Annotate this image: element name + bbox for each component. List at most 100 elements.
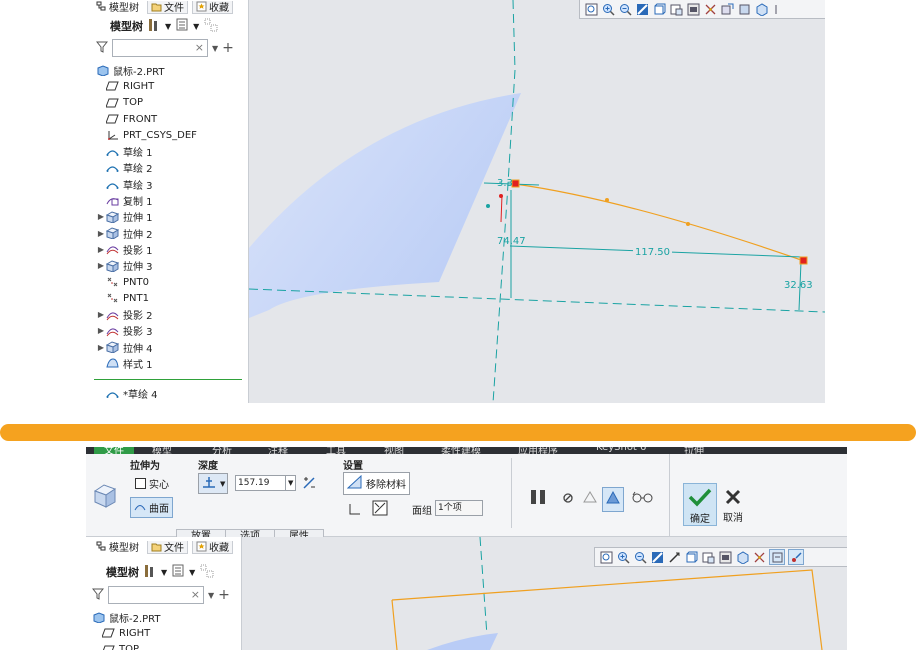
expand-arrow-icon[interactable]: ▶	[96, 229, 106, 238]
expand-arrow-icon[interactable]: ▶	[96, 245, 106, 254]
flip-direction-icon[interactable]	[301, 475, 317, 494]
datum-plane-icon	[106, 97, 119, 108]
tree-item[interactable]: ▶ 拉伸 1	[96, 209, 246, 225]
geometry-preview-icon[interactable]	[581, 489, 599, 510]
trim-icon[interactable]	[372, 500, 388, 519]
menu-item[interactable]: 注释	[268, 447, 288, 454]
tree-item-label: PNT1	[123, 292, 149, 304]
tree-item[interactable]: 样式 1	[96, 355, 246, 371]
tree-search-input[interactable]: ×	[108, 586, 204, 604]
tree-item[interactable]: PNT0	[96, 274, 246, 290]
menu-item[interactable]: KeyShot 6	[596, 447, 646, 453]
tree-item-label: 鼠标-2.PRT	[109, 613, 161, 625]
tree-item[interactable]: ▶ 拉伸 3	[96, 258, 246, 274]
no-preview-icon[interactable]	[562, 492, 574, 507]
tab-folder[interactable]: 文件	[147, 540, 188, 554]
expand-arrow-icon[interactable]: ▶	[96, 326, 106, 335]
copy-icon	[106, 195, 119, 206]
depth-type-button[interactable]: ▼	[198, 473, 229, 494]
tab-model-tree[interactable]: 模型树	[92, 0, 143, 14]
tab-favorites[interactable]: 收藏	[192, 0, 233, 14]
tab-favorites[interactable]: 收藏	[192, 540, 233, 554]
expand-arrow-icon[interactable]: ▶	[96, 343, 106, 352]
tree-item[interactable]: PNT1	[96, 290, 246, 306]
tree-item[interactable]: 草绘 1	[96, 143, 246, 159]
dim-leader	[500, 194, 503, 223]
tree-item[interactable]: 草绘 3	[96, 176, 246, 192]
expand-arrow-icon[interactable]: ▶	[96, 261, 106, 270]
menu-item[interactable]: 分析	[212, 447, 232, 454]
funnel-icon[interactable]	[95, 41, 109, 56]
tree-item[interactable]: 鼠标-2.PRT	[92, 609, 237, 625]
tree-item[interactable]: RIGHT	[92, 625, 237, 641]
chevron-down-icon[interactable]: ▼	[161, 568, 167, 577]
tree-toolbar-label: 模型树	[106, 566, 139, 579]
tab-folder[interactable]: 文件	[147, 0, 188, 14]
verify-icon[interactable]	[632, 490, 654, 507]
dimension-label[interactable]: 74.47	[497, 236, 526, 247]
tree-item[interactable]: 鼠标-2.PRT	[96, 62, 246, 78]
sketch-view[interactable]	[249, 0, 825, 403]
tree-settings-icon[interactable]	[148, 18, 160, 35]
chevron-down-icon[interactable]: ▼	[285, 475, 297, 491]
graphics-canvas[interactable]	[242, 537, 847, 650]
tree-item[interactable]: FRONT	[96, 111, 246, 127]
clear-search-icon[interactable]: ×	[191, 588, 200, 601]
menu-item[interactable]: 拉伸	[684, 447, 704, 454]
chevron-down-icon[interactable]: ▼	[165, 22, 171, 31]
tree-settings-icon[interactable]	[144, 564, 156, 581]
menu-file[interactable]: 文件	[94, 447, 134, 454]
chevron-down-icon[interactable]: ▼	[208, 591, 214, 600]
chevron-down-icon[interactable]: ▼	[220, 480, 225, 488]
filter-tree-icon[interactable]	[200, 564, 214, 581]
projection-icon	[106, 244, 119, 255]
tree-item[interactable]: 草绘 2	[96, 160, 246, 176]
tree-item[interactable]: RIGHT	[96, 78, 246, 94]
tree-item[interactable]: PRT_CSYS_DEF	[96, 127, 246, 143]
menu-item[interactable]: 视图	[384, 447, 404, 454]
tree-item[interactable]: ▶ 投影 3	[96, 323, 246, 339]
depth-input[interactable]: 157.19	[235, 475, 287, 491]
ok-button[interactable]: 确定	[683, 483, 717, 526]
dimension-label[interactable]: 32.63	[784, 280, 813, 291]
show-icon[interactable]	[176, 18, 188, 34]
tree-item[interactable]: TOP	[92, 642, 237, 650]
tree-item[interactable]: ▶ 投影 1	[96, 241, 246, 257]
tree-item[interactable]: ▶ 投影 2	[96, 306, 246, 322]
graphics-canvas[interactable]: 3.3 74.47 117.50 32.63	[249, 0, 825, 403]
tree-search-input[interactable]: ×	[112, 39, 208, 57]
tree-item[interactable]: 复制 1	[96, 192, 246, 208]
add-icon[interactable]: +	[222, 40, 234, 56]
expand-arrow-icon[interactable]: ▶	[96, 310, 106, 319]
surface-option[interactable]: 曲面	[130, 497, 173, 518]
chevron-down-icon[interactable]: ▼	[212, 44, 218, 53]
funnel-icon[interactable]	[91, 588, 105, 603]
remove-material-button[interactable]: 移除材料	[343, 472, 410, 495]
tree-item[interactable]: ▶ 拉伸 4	[96, 339, 246, 355]
solid-option[interactable]: 实心	[135, 476, 169, 491]
solid-checkbox[interactable]	[135, 478, 146, 489]
active-item-label[interactable]: *草绘 4	[123, 386, 158, 401]
menu-item[interactable]: 应用程序	[518, 447, 558, 454]
feature-preview-icon[interactable]	[602, 487, 624, 512]
model-view[interactable]	[242, 537, 847, 650]
tree-item[interactable]: TOP	[96, 95, 246, 111]
menu-item[interactable]: 模型	[152, 447, 172, 454]
filter-tree-icon[interactable]	[204, 18, 218, 35]
menu-item[interactable]: 柔性建模	[441, 447, 481, 454]
cancel-button[interactable]: 取消	[719, 483, 747, 524]
tab-model-tree[interactable]: 模型树	[92, 540, 143, 554]
dimension-label[interactable]: 117.50	[633, 247, 672, 258]
chevron-down-icon[interactable]: ▼	[189, 568, 195, 577]
add-icon[interactable]: +	[218, 587, 230, 603]
pause-icon[interactable]	[529, 488, 549, 509]
expand-arrow-icon[interactable]: ▶	[96, 212, 106, 221]
dimension-label[interactable]: 3.3	[497, 178, 513, 189]
face-group-collector[interactable]: 1个项	[435, 500, 483, 516]
clear-search-icon[interactable]: ×	[195, 41, 204, 54]
thicken-icon[interactable]	[348, 502, 362, 519]
tree-item[interactable]: ▶ 拉伸 2	[96, 225, 246, 241]
menu-item[interactable]: 工具	[326, 447, 346, 454]
show-icon[interactable]	[172, 564, 184, 580]
chevron-down-icon[interactable]: ▼	[193, 22, 199, 31]
